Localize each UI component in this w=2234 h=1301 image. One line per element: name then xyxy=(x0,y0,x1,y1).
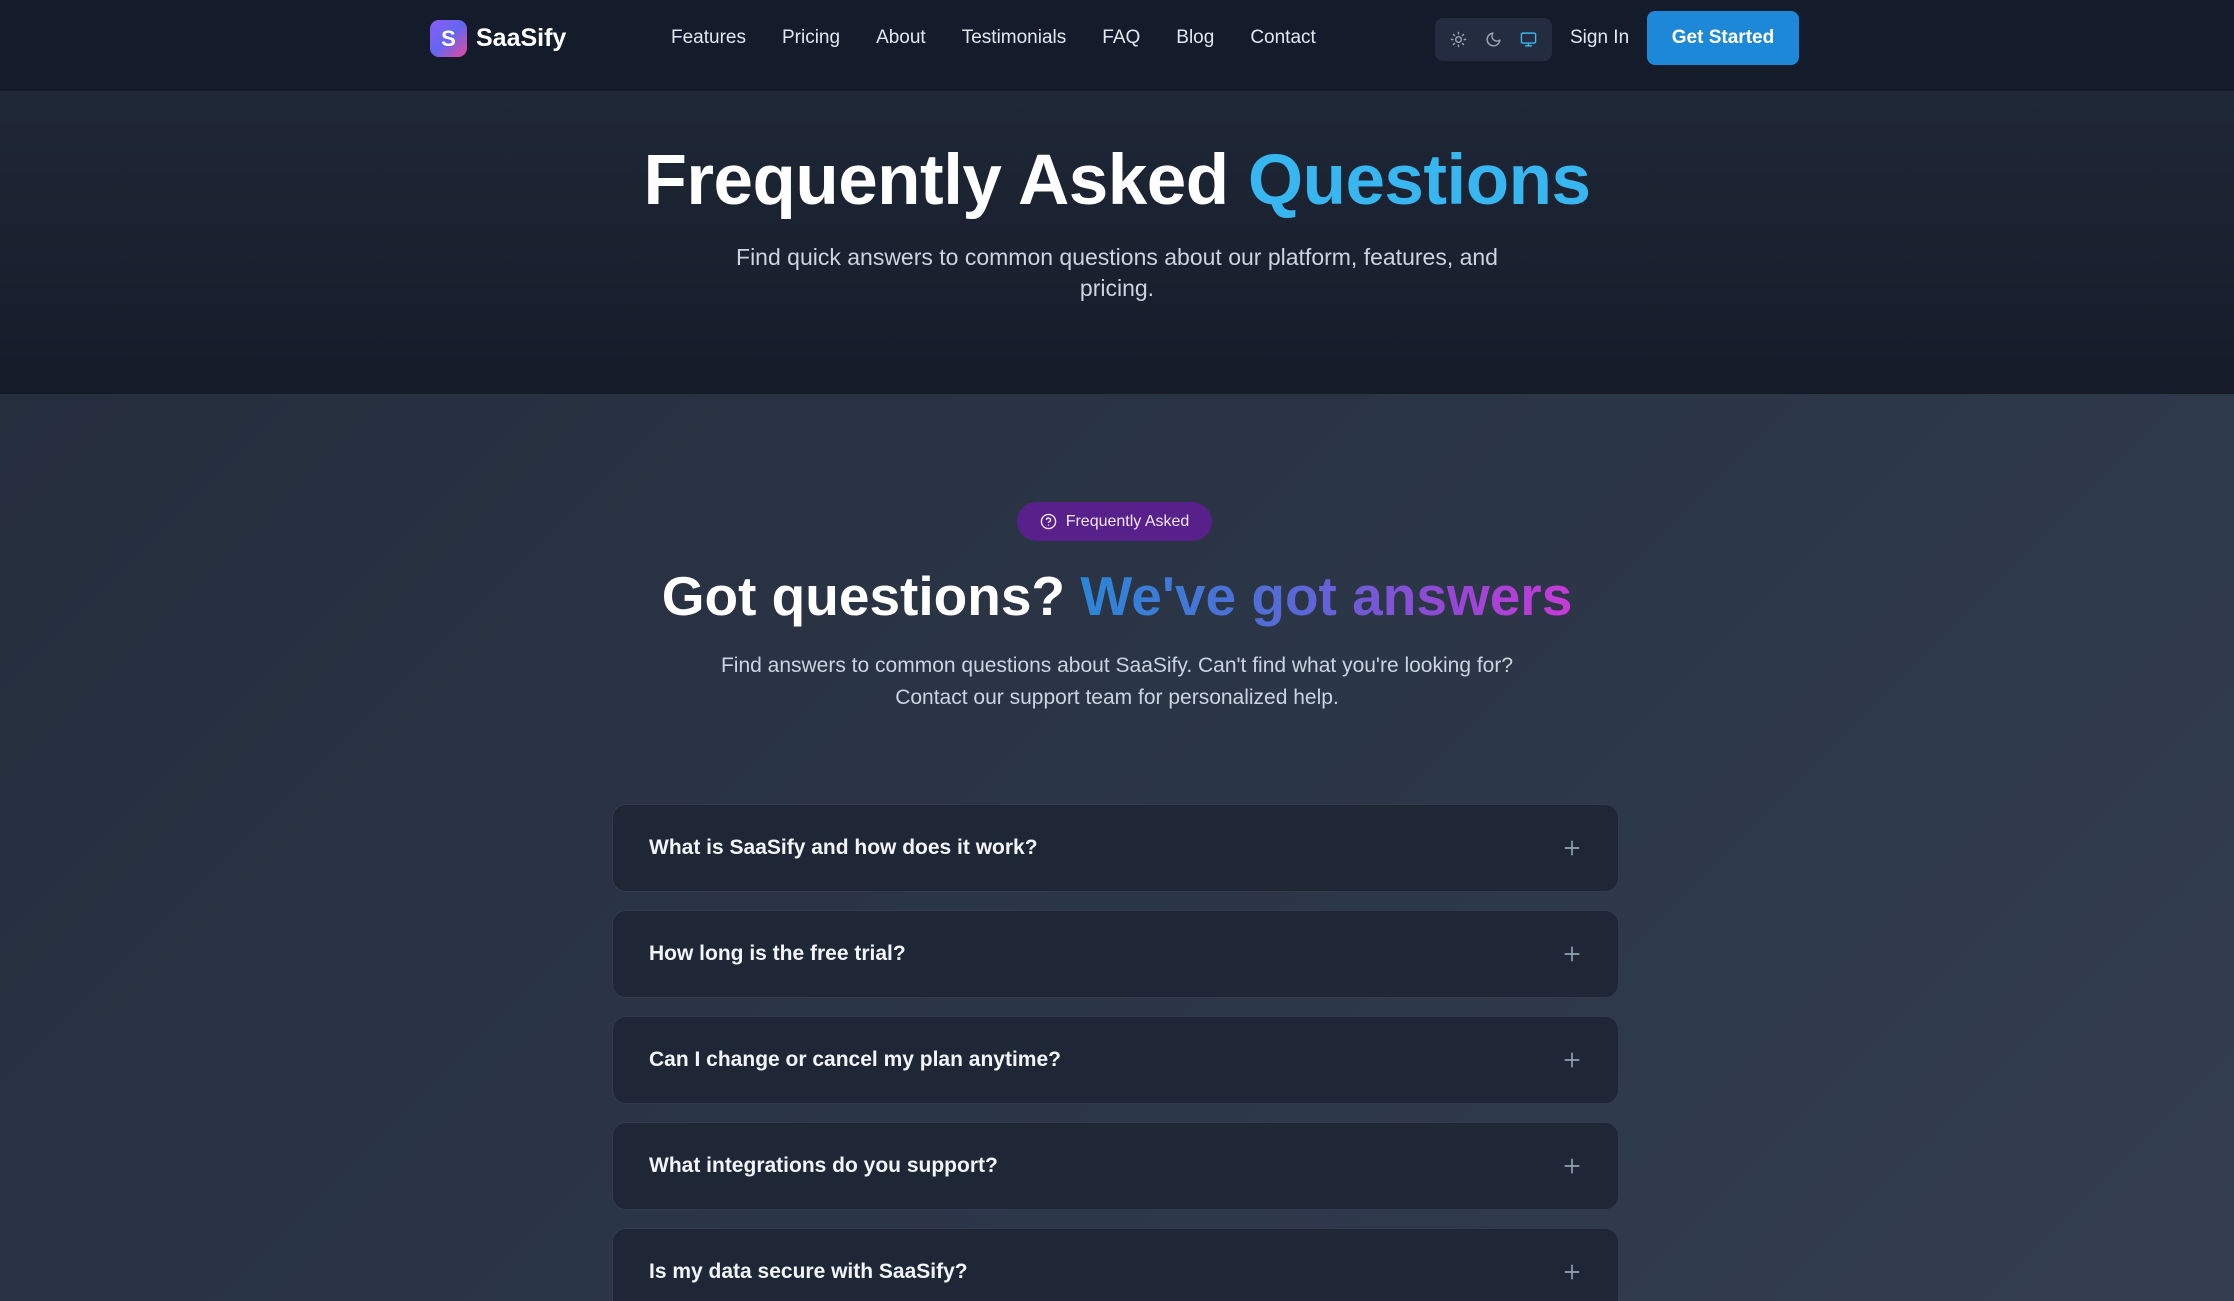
top-navbar: S SaaSify Features Pricing About Testimo… xyxy=(0,0,2234,92)
nav-link-pricing[interactable]: Pricing xyxy=(782,26,840,50)
plus-icon xyxy=(1564,1158,1580,1174)
faq-question: What integrations do you support? xyxy=(649,1154,998,1177)
nav-link-blog[interactable]: Blog xyxy=(1176,26,1214,50)
section-title: Got questions? We've got answers xyxy=(0,564,2234,628)
sign-in-link[interactable]: Sign In xyxy=(1570,27,1629,49)
plus-icon xyxy=(1564,1264,1580,1280)
plus-icon xyxy=(1564,1052,1580,1068)
section-description-line2: Contact our support team for personalize… xyxy=(895,686,1339,709)
section-badge: Frequently Asked xyxy=(1017,502,1212,541)
section-description-line1: Find answers to common questions about S… xyxy=(720,654,1514,677)
faq-question: Is my data secure with SaaSify? xyxy=(649,1260,968,1283)
faq-item[interactable]: Can I change or cancel my plan anytime? xyxy=(612,1016,1619,1104)
logo-badge: S xyxy=(430,20,467,57)
dark-theme-button[interactable] xyxy=(1480,26,1508,54)
page-subtitle: Find quick answers to common questions a… xyxy=(736,244,1498,301)
brand-logo[interactable]: S SaaSify xyxy=(430,20,566,57)
nav-link-features[interactable]: Features xyxy=(671,26,746,50)
monitor-icon xyxy=(1520,32,1537,47)
moon-icon xyxy=(1486,32,1501,47)
faq-list: What is SaaSify and how does it work? Ho… xyxy=(612,804,1619,1301)
section-badge-label: Frequently Asked xyxy=(1065,512,1190,530)
section-description: Find answers to common questions about S… xyxy=(680,650,1554,714)
question-circle-icon xyxy=(1040,513,1056,530)
section-title-gradient: We've got answers xyxy=(1080,565,1573,627)
theme-switcher xyxy=(1435,18,1552,61)
faq-section: Frequently Asked Got questions? We've go… xyxy=(0,394,2234,1301)
faq-item[interactable]: How long is the free trial? xyxy=(612,910,1619,998)
sun-icon xyxy=(1450,31,1467,48)
page-title-main: Frequently Asked xyxy=(643,141,1229,220)
system-theme-button[interactable] xyxy=(1515,26,1543,54)
faq-question: Can I change or cancel my plan anytime? xyxy=(649,1048,1061,1071)
faq-item[interactable]: What integrations do you support? xyxy=(612,1122,1619,1210)
plus-icon xyxy=(1564,946,1580,962)
nav-link-faq[interactable]: FAQ xyxy=(1102,26,1140,50)
get-started-button[interactable]: Get Started xyxy=(1647,11,1799,65)
faq-item[interactable]: Is my data secure with SaaSify? xyxy=(612,1228,1619,1301)
faq-question: What is SaaSify and how does it work? xyxy=(649,836,1038,859)
faq-question: How long is the free trial? xyxy=(649,942,906,965)
faq-item[interactable]: What is SaaSify and how does it work? xyxy=(612,804,1619,892)
hero-section: Frequently Asked Questions Find quick an… xyxy=(0,92,2234,394)
nav-link-about[interactable]: About xyxy=(876,26,926,50)
nav-links: Features Pricing About Testimonials FAQ … xyxy=(671,26,1352,50)
nav-link-testimonials[interactable]: Testimonials xyxy=(962,26,1067,50)
plus-icon xyxy=(1564,840,1580,856)
section-title-main: Got questions? xyxy=(661,565,1066,627)
light-theme-button[interactable] xyxy=(1445,26,1473,54)
page-title: Frequently Asked Questions xyxy=(0,140,2234,221)
brand-name: SaaSify xyxy=(476,24,567,52)
nav-link-contact[interactable]: Contact xyxy=(1250,26,1315,50)
page-title-accent: Questions xyxy=(1247,141,1591,220)
